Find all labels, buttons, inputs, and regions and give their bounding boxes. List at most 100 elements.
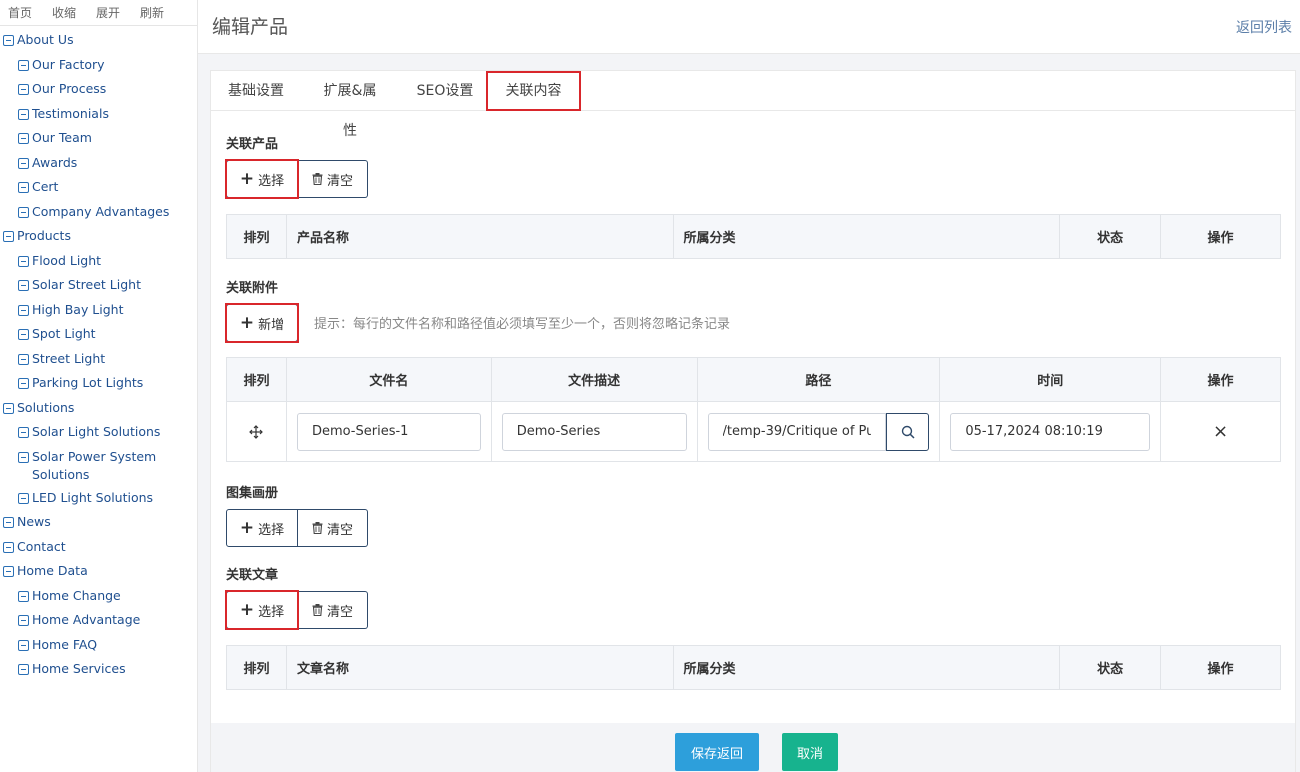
- sidebar-item-news[interactable]: News: [0, 510, 197, 535]
- sidebar-item-label: Contact: [17, 538, 66, 554]
- sidebar-item-home-services[interactable]: Home Services: [0, 657, 197, 682]
- sidebar-item-our-process[interactable]: Our Process: [0, 77, 197, 102]
- sidebar-item-high-bay-light[interactable]: High Bay Light: [0, 298, 197, 323]
- edit-form-card: 基础设置 扩展&属性 SEO设置 关联内容 关联产品 + 选择 清空 排列 产品…: [210, 70, 1296, 772]
- related-articles-label: 关联文章: [226, 568, 279, 583]
- expand-link[interactable]: 展开: [96, 4, 120, 21]
- sidebar-item-home-data[interactable]: Home Data: [0, 559, 197, 584]
- collapse-minus-icon[interactable]: [18, 157, 29, 169]
- collapse-minus-icon[interactable]: [18, 664, 29, 675]
- sidebar-item-label: Home Change: [32, 587, 121, 603]
- sidebar-item-spot-light[interactable]: Spot Light: [0, 322, 197, 347]
- save-and-return-button[interactable]: 保存返回: [675, 733, 759, 771]
- select-products-button[interactable]: + 选择: [226, 160, 298, 198]
- back-to-list-link[interactable]: 返回列表: [1236, 17, 1292, 37]
- drag-handle[interactable]: [226, 401, 287, 462]
- sidebar-item-label: LED Light Solutions: [32, 489, 154, 505]
- sidebar-item-label: Solar Light Solutions: [32, 424, 161, 439]
- tab-extend-attributes[interactable]: 扩展&属性: [317, 71, 383, 139]
- sidebar-item-cert[interactable]: Cert: [0, 175, 197, 200]
- collapse-link[interactable]: 收缩: [52, 4, 76, 21]
- column-header: 操作: [1160, 357, 1281, 402]
- sidebar-item-solar-power-system-solutions[interactable]: Solar Power System Solutions: [0, 445, 197, 486]
- add-attachment-button[interactable]: + 新增: [226, 304, 298, 342]
- sidebar-item-led-light-solutions[interactable]: LED Light Solutions: [0, 486, 197, 511]
- clear-products-button[interactable]: 清空: [298, 160, 368, 198]
- cancel-button[interactable]: 取消: [782, 733, 838, 771]
- collapse-minus-icon[interactable]: [18, 639, 29, 651]
- file-description-input[interactable]: [501, 412, 687, 451]
- collapse-minus-icon[interactable]: [3, 402, 14, 414]
- sidebar-item-solar-light-solutions[interactable]: Solar Light Solutions: [0, 420, 197, 445]
- table-header-row: 排列 文章名称 所属分类 状态 操作: [226, 645, 1281, 690]
- collapse-minus-icon[interactable]: [18, 451, 29, 463]
- sidebar-item-about-us[interactable]: About Us: [0, 28, 197, 53]
- column-header: 文章名称: [285, 645, 674, 690]
- home-link[interactable]: 首页: [8, 4, 32, 21]
- path-search-button[interactable]: [886, 412, 930, 451]
- sidebar-item-our-factory[interactable]: Our Factory: [0, 53, 197, 78]
- related-products-label: 关联产品: [226, 137, 279, 152]
- collapse-minus-icon[interactable]: [18, 590, 29, 602]
- collapse-minus-icon[interactable]: [18, 133, 29, 144]
- collapse-minus-icon[interactable]: [18, 329, 29, 340]
- tab-related-content[interactable]: 关联内容: [486, 71, 581, 111]
- clear-gallery-button[interactable]: 清空: [298, 509, 368, 547]
- tab-seo-settings[interactable]: SEO设置: [416, 71, 474, 111]
- add-attachment-label: 新增: [258, 317, 285, 333]
- sidebar-item-home-change[interactable]: Home Change: [0, 584, 197, 609]
- select-gallery-button[interactable]: + 选择: [226, 509, 298, 547]
- tab-basic-settings[interactable]: 基础设置: [227, 71, 285, 111]
- collapse-minus-icon[interactable]: [3, 35, 14, 46]
- sidebar-item-products[interactable]: Products: [0, 224, 197, 249]
- collapse-minus-icon[interactable]: [3, 517, 14, 528]
- delete-row-button[interactable]: ×: [1160, 401, 1281, 462]
- collapse-minus-icon[interactable]: [18, 84, 29, 95]
- trash-icon: [312, 604, 323, 616]
- collapse-minus-icon[interactable]: [18, 108, 29, 120]
- sidebar-item-solutions[interactable]: Solutions: [0, 396, 197, 421]
- clear-products-label: 清空: [326, 173, 353, 189]
- plus-icon: +: [239, 168, 255, 189]
- collapse-minus-icon[interactable]: [18, 378, 29, 389]
- sidebar-item-flood-light[interactable]: Flood Light: [0, 249, 197, 274]
- sidebar-item-label: Awards: [32, 154, 78, 170]
- sidebar-item-our-team[interactable]: Our Team: [0, 126, 197, 151]
- sidebar-item-awards[interactable]: Awards: [0, 151, 197, 176]
- collapse-minus-icon[interactable]: [3, 541, 14, 553]
- collapse-minus-icon[interactable]: [18, 427, 29, 438]
- sidebar-item-contact[interactable]: Contact: [0, 535, 197, 560]
- sidebar-item-home-faq[interactable]: Home FAQ: [0, 633, 197, 658]
- sidebar-toolbar: 首页 收缩 展开 刷新: [0, 0, 197, 26]
- refresh-link[interactable]: 刷新: [140, 4, 164, 21]
- collapse-minus-icon[interactable]: [18, 182, 29, 193]
- clear-articles-button[interactable]: 清空: [298, 591, 368, 629]
- collapse-minus-icon[interactable]: [18, 206, 29, 218]
- sidebar-item-home-advantage[interactable]: Home Advantage: [0, 608, 197, 633]
- path-input[interactable]: [707, 412, 887, 451]
- collapse-minus-icon[interactable]: [3, 231, 14, 242]
- collapse-minus-icon[interactable]: [18, 255, 29, 267]
- sidebar-item-parking-lot-lights[interactable]: Parking Lot Lights: [0, 371, 197, 396]
- collapse-minus-icon[interactable]: [18, 59, 29, 71]
- collapse-minus-icon[interactable]: [18, 304, 29, 316]
- sidebar-item-label: About Us: [17, 32, 74, 47]
- sidebar-item-label: News: [17, 514, 51, 529]
- collapse-minus-icon[interactable]: [18, 353, 29, 365]
- select-articles-button[interactable]: + 选择: [226, 591, 298, 629]
- collapse-minus-icon[interactable]: [18, 615, 29, 626]
- sidebar-item-solar-street-light[interactable]: Solar Street Light: [0, 273, 197, 298]
- sidebar-item-label: Testimonials: [32, 105, 109, 121]
- sidebar-item-label: Our Factory: [32, 56, 105, 72]
- sidebar-item-company-advantages[interactable]: Company Advantages: [0, 200, 197, 225]
- column-header: 状态: [1059, 645, 1162, 690]
- time-input[interactable]: [950, 412, 1151, 451]
- file-name-input[interactable]: [296, 412, 481, 451]
- path-input-group: [707, 412, 930, 451]
- sidebar-item-testimonials[interactable]: Testimonials: [0, 102, 197, 127]
- sidebar-item-street-light[interactable]: Street Light: [0, 347, 197, 372]
- collapse-minus-icon[interactable]: [3, 566, 14, 577]
- collapse-minus-icon[interactable]: [18, 280, 29, 291]
- table-header-row: 排列 文件名 文件描述 路径 时间 操作: [226, 357, 1281, 402]
- collapse-minus-icon[interactable]: [18, 492, 29, 504]
